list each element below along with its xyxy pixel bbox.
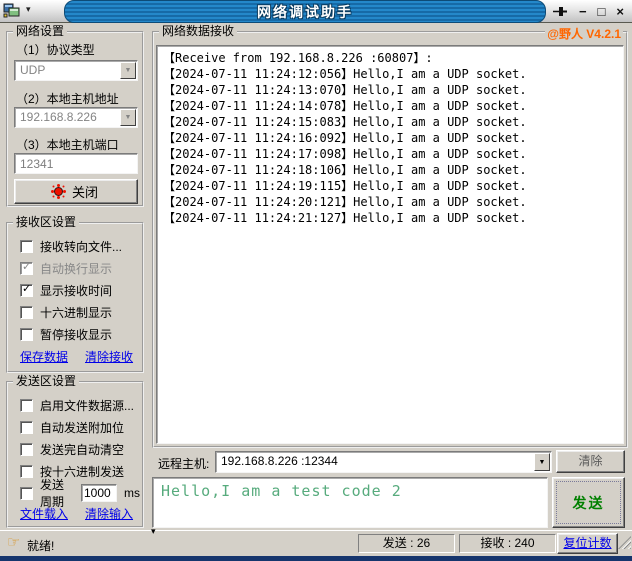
- window-menu-arrow-icon[interactable]: ▾: [26, 4, 31, 15]
- log-line: 【2024-07-11 11:24:14:078】Hello,I am a UD…: [163, 99, 527, 113]
- local-port-label: （3）本地主机端口: [16, 138, 119, 152]
- send-option-checkbox[interactable]: 自动发送附加位: [12, 416, 140, 438]
- checkbox-label: 发送完自动清空: [40, 442, 125, 457]
- local-host-select[interactable]: 192.168.8.226 ▼: [14, 107, 138, 128]
- receive-option-checkbox[interactable]: 暂停接收显示: [12, 323, 140, 345]
- close-window-button[interactable]: ×: [616, 3, 624, 21]
- title-band: 网络调试助手: [64, 0, 546, 23]
- checkbox-label: 自动换行显示: [40, 261, 113, 276]
- log-line: 【2024-07-11 11:24:15:083】Hello,I am a UD…: [163, 115, 527, 129]
- checkbox-icon: [20, 282, 33, 297]
- app-icon[interactable]: [3, 3, 21, 19]
- checkbox-icon: [20, 260, 33, 275]
- combo-arrow-icon[interactable]: ▼: [120, 109, 136, 126]
- network-settings-group: 网络设置 （1）协议类型 UDP ▼ （2）本地主机地址 192.168.8.2…: [6, 24, 144, 207]
- group-title: 发送区设置: [13, 374, 80, 388]
- group-title: 网络数据接收: [159, 24, 238, 38]
- protocol-select[interactable]: UDP ▼: [14, 60, 138, 81]
- checkbox-icon: [20, 398, 33, 412]
- receive-log[interactable]: 【Receive from 192.168.8.226 :60807】: 【202…: [156, 45, 624, 444]
- send-button[interactable]: 发送: [552, 477, 625, 528]
- sent-counter: 发送 : 26: [358, 534, 455, 553]
- log-line: 【2024-07-11 11:24:13:070】Hello,I am a UD…: [163, 83, 527, 97]
- group-title: 接收区设置: [13, 215, 80, 229]
- receive-option-checkbox[interactable]: 十六进制显示: [12, 301, 140, 323]
- status-bar: ☞ 就绪! ▾ 发送 : 26 接收 : 240 复位计数: [0, 526, 632, 556]
- checkbox-icon: [20, 464, 33, 478]
- load-file-link[interactable]: 文件载入: [20, 505, 68, 522]
- checkbox-label: 暂停接收显示: [40, 327, 113, 342]
- resize-grip[interactable]: [618, 536, 631, 549]
- send-input[interactable]: Hello,I am a test code 2: [152, 477, 548, 528]
- clear-button[interactable]: 清除: [556, 450, 625, 473]
- pin-icon[interactable]: [552, 5, 568, 18]
- log-line: 【2024-07-11 11:24:17:098】Hello,I am a UD…: [163, 147, 527, 161]
- reset-count-button[interactable]: 复位计数: [557, 533, 618, 554]
- local-port-input[interactable]: [14, 153, 138, 174]
- received-counter: 接收 : 240: [459, 534, 556, 553]
- local-host-label: （2）本地主机地址: [16, 92, 119, 106]
- log-line: 【2024-07-11 11:24:21:127】Hello,I am a UD…: [163, 211, 527, 225]
- checkbox-icon: [20, 486, 33, 500]
- receive-settings-group: 接收区设置 接收转向文件... 自动换行显示 显示接收时间 十六进制显示 暂停接…: [6, 215, 144, 373]
- send-option-checkbox[interactable]: 按十六进制发送: [12, 460, 140, 482]
- remote-host-select[interactable]: 192.168.8.226 :12344 ▼: [215, 451, 552, 473]
- splitter-arrow-icon[interactable]: ▾: [151, 526, 156, 537]
- checkbox-icon: [20, 420, 33, 434]
- send-settings-group: 启用文件数据源... 自动发送附加位 发送完自动清空 按十六进制发送 发送周期 …: [6, 374, 144, 528]
- receive-option-checkbox[interactable]: 接收转向文件...: [12, 235, 140, 257]
- remote-host-label: 远程主机:: [158, 457, 210, 471]
- minimize-button[interactable]: −: [579, 3, 587, 21]
- save-data-link[interactable]: 保存数据: [20, 348, 68, 365]
- checkbox-icon: [20, 239, 33, 253]
- combo-arrow-icon[interactable]: ▼: [534, 453, 550, 471]
- disconnect-button[interactable]: 关闭: [14, 179, 138, 204]
- checkbox-label: 自动发送附加位: [40, 420, 125, 435]
- maximize-button[interactable]: □: [598, 3, 606, 21]
- title-bar[interactable]: ▾ 网络调试助手 − □ ×: [0, 0, 632, 23]
- version-label: @野人 V4.2.1: [545, 25, 623, 42]
- log-line: 【Receive from 192.168.8.226 :60807】:: [163, 51, 433, 65]
- bottom-edge: [0, 556, 632, 561]
- clear-receive-link[interactable]: 清除接收: [85, 348, 133, 365]
- checkbox-label: 启用文件数据源...: [40, 398, 135, 413]
- receive-option-checkbox[interactable]: 显示接收时间: [12, 279, 140, 301]
- hand-pointer-icon: ☞: [7, 534, 21, 551]
- checkbox-icon: [20, 442, 33, 456]
- checkbox-icon: [20, 327, 33, 341]
- group-title: 网络设置: [13, 24, 68, 38]
- clear-input-link[interactable]: 清除输入: [85, 505, 133, 522]
- send-period-checkbox[interactable]: 发送周期 ms: [12, 478, 140, 509]
- app-window: ▾ 网络调试助手 − □ × 网络设置 （1）协议类型 UDP ▼ （2）本地主…: [0, 0, 632, 561]
- checkbox-label: 接收转向文件...: [40, 239, 123, 254]
- send-option-checkbox[interactable]: 发送完自动清空: [12, 438, 140, 460]
- log-line: 【2024-07-11 11:24:12:056】Hello,I am a UD…: [163, 67, 527, 81]
- period-unit-label: ms: [124, 486, 140, 500]
- status-text: 就绪!: [27, 539, 55, 553]
- send-option-checkbox[interactable]: 启用文件数据源...: [12, 394, 140, 416]
- log-line: 【2024-07-11 11:24:20:121】Hello,I am a UD…: [163, 195, 527, 209]
- checkbox-label: 十六进制显示: [40, 305, 113, 320]
- checkbox-icon: [20, 305, 33, 319]
- checkbox-label: 显示接收时间: [40, 283, 113, 298]
- log-line: 【2024-07-11 11:24:18:106】Hello,I am a UD…: [163, 163, 527, 177]
- log-line: 【2024-07-11 11:24:16:092】Hello,I am a UD…: [163, 131, 527, 145]
- combo-arrow-icon[interactable]: ▼: [120, 62, 136, 79]
- connection-led-icon: [53, 187, 63, 196]
- receive-option-checkbox[interactable]: 自动换行显示: [12, 257, 140, 279]
- protocol-label: （1）协议类型: [16, 43, 95, 57]
- log-line: 【2024-07-11 11:24:19:115】Hello,I am a UD…: [163, 179, 527, 193]
- window-title: 网络调试助手: [257, 3, 353, 20]
- period-input[interactable]: [81, 484, 117, 502]
